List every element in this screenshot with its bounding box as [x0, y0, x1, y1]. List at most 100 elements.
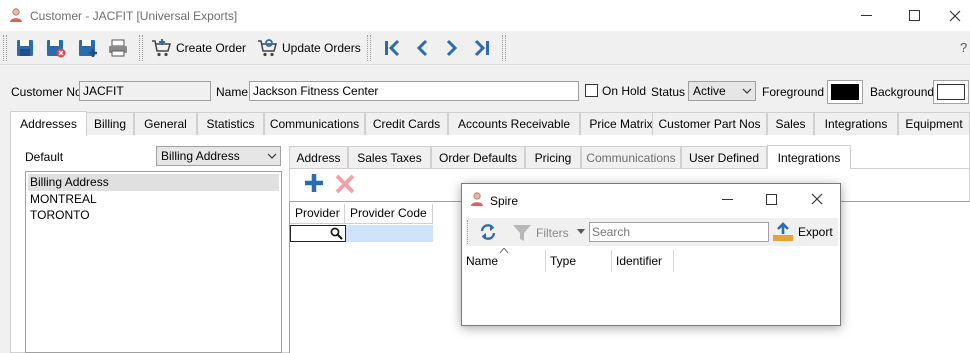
close-icon[interactable]: [811, 193, 823, 205]
maximize-icon[interactable]: [766, 194, 777, 205]
help-button[interactable]: ?: [960, 40, 967, 55]
column-header-type[interactable]: Type: [546, 250, 612, 272]
next-icon: [446, 39, 458, 57]
tab-equipment[interactable]: Equipment: [898, 112, 970, 135]
tab-credit-cards[interactable]: Credit Cards: [365, 112, 448, 135]
minimize-button[interactable]: [843, 0, 889, 31]
filter-icon[interactable]: [512, 224, 532, 242]
subtab-address[interactable]: Address: [289, 146, 348, 168]
tab-general[interactable]: General: [134, 112, 197, 135]
status-select[interactable]: Active: [688, 81, 756, 101]
create-order-button[interactable]: Create Order: [151, 36, 246, 60]
tab-billing[interactable]: Billing: [86, 112, 134, 135]
minimize-icon[interactable]: [722, 199, 733, 201]
last-icon: [474, 39, 489, 57]
toolbar-grip: [467, 220, 470, 244]
address-list[interactable]: Billing Address MONTREAL TORONTO: [25, 171, 282, 353]
save-button[interactable]: [15, 36, 35, 60]
export-label: Export: [798, 225, 833, 239]
close-button[interactable]: [939, 0, 970, 31]
foreground-swatch: [831, 84, 859, 100]
list-item[interactable]: TORONTO: [28, 207, 279, 224]
maximize-icon: [908, 10, 920, 21]
chevron-down-icon[interactable]: [577, 229, 585, 235]
list-item[interactable]: MONTREAL: [28, 191, 279, 208]
status-value: Active: [693, 84, 726, 98]
tab-sales[interactable]: Sales: [767, 112, 814, 135]
subtab-communications: Communications: [581, 146, 681, 168]
spire-dialog: Spire Filters Search Export Name Type Id…: [461, 183, 841, 326]
foreground-color-button[interactable]: [827, 80, 863, 104]
refresh-icon[interactable]: [478, 222, 498, 242]
customer-no-field[interactable]: JACFIT: [79, 81, 211, 101]
save-and-close-button[interactable]: [45, 36, 67, 60]
name-field[interactable]: Jackson Fitness Center: [249, 81, 579, 101]
subtab-sales-taxes[interactable]: Sales Taxes: [348, 146, 431, 168]
default-label: Default: [25, 150, 64, 164]
foreground-label: Foreground: [762, 85, 825, 99]
update-orders-label: Update Orders: [282, 41, 361, 55]
delete-icon[interactable]: [335, 174, 355, 194]
cart-gear-icon: [258, 39, 277, 57]
printer-icon: [109, 39, 127, 57]
tab-communications[interactable]: Communications: [264, 112, 365, 135]
subtab-order-defaults[interactable]: Order Defaults: [431, 146, 525, 168]
last-record-button[interactable]: [472, 36, 492, 60]
background-label: Background: [870, 85, 935, 99]
background-swatch: [937, 84, 965, 100]
filters-label[interactable]: Filters: [536, 226, 569, 240]
on-hold-label: On Hold: [602, 84, 647, 98]
tab-integrations[interactable]: Integrations: [814, 112, 898, 135]
provider-lookup-cell[interactable]: [290, 225, 346, 242]
export-button[interactable]: Export: [772, 220, 833, 244]
dialog-title: Spire: [490, 194, 519, 208]
export-icon: [773, 222, 793, 241]
previous-record-button[interactable]: [412, 36, 432, 60]
chevron-down-icon: [267, 153, 277, 159]
column-header-identifier[interactable]: Identifier: [612, 250, 674, 272]
title-bar: Customer - JACFIT [Universal Exports]: [0, 0, 970, 31]
update-orders-button[interactable]: Update Orders: [257, 36, 361, 60]
toolbar-grip: [3, 35, 7, 61]
status-label: Status: [651, 85, 686, 99]
on-hold-checkbox[interactable]: [585, 84, 598, 97]
save-icon: [17, 40, 33, 56]
tab-price-matrix[interactable]: Price Matrix: [580, 112, 662, 135]
next-record-button[interactable]: [442, 36, 462, 60]
subtab-pricing[interactable]: Pricing: [525, 146, 581, 168]
window-title: Customer - JACFIT [Universal Exports]: [30, 9, 238, 23]
first-icon: [385, 39, 400, 57]
maximize-button[interactable]: [891, 0, 937, 31]
tab-customer-part-nos[interactable]: Customer Part Nos: [652, 112, 767, 135]
subtab-integrations[interactable]: Integrations: [767, 145, 851, 169]
tab-statistics[interactable]: Statistics: [197, 112, 264, 135]
sort-ascending-icon: [500, 248, 508, 253]
toolbar-separator: [367, 35, 371, 61]
minimize-icon: [860, 14, 872, 16]
dialog-toolbar: Filters Search Export: [466, 218, 838, 246]
search-icon: [330, 227, 343, 240]
subtab-user-defined[interactable]: User Defined: [681, 146, 767, 168]
save-new-icon: [79, 40, 97, 57]
create-order-label: Create Order: [176, 41, 247, 55]
save-close-icon: [47, 40, 66, 58]
search-input[interactable]: Search: [589, 222, 769, 242]
column-header-name[interactable]: Name: [462, 250, 546, 272]
cart-icon: [152, 39, 171, 57]
customer-no-label: Customer No: [11, 85, 82, 99]
first-record-button[interactable]: [382, 36, 402, 60]
toolbar-separator: [139, 35, 143, 61]
provider-code-cell[interactable]: [346, 225, 433, 242]
default-address-select[interactable]: Billing Address: [156, 146, 281, 166]
background-color-button[interactable]: [933, 80, 969, 104]
add-icon[interactable]: [304, 173, 324, 193]
save-and-new-button[interactable]: [77, 36, 99, 60]
tab-accounts-receivable[interactable]: Accounts Receivable: [448, 112, 580, 135]
print-button[interactable]: [107, 36, 129, 60]
list-item[interactable]: Billing Address: [28, 174, 279, 191]
column-header-provider-code[interactable]: Provider Code: [345, 204, 433, 224]
tab-addresses[interactable]: Addresses: [10, 111, 87, 136]
toolbar: Create Order Update Orders ?: [0, 31, 970, 65]
customer-window: Customer - JACFIT [Universal Exports] Cr…: [0, 0, 970, 353]
column-header-provider[interactable]: Provider: [290, 204, 345, 224]
